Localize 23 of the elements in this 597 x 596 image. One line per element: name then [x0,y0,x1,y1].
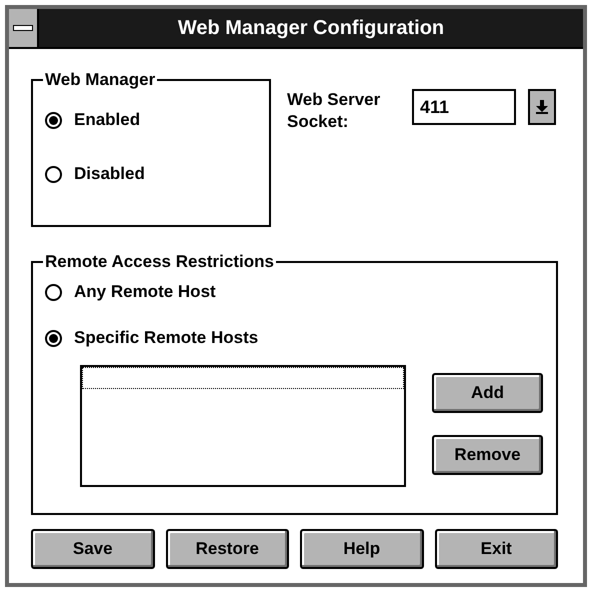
radio-button[interactable] [45,284,62,300]
dialog-button[interactable]: Help [300,529,424,569]
side-button[interactable]: Add [432,373,543,413]
radio-label[interactable]: Any Remote Host [74,279,216,305]
radio-button[interactable] [45,112,62,128]
system-menu-button[interactable] [9,9,39,47]
radio-label[interactable]: Disabled [74,161,145,187]
radio-label[interactable]: Specific Remote Hosts [74,325,258,351]
down-arrow-icon [536,100,548,114]
radio-label[interactable]: Enabled [74,107,140,133]
dialog-button[interactable]: Save [31,529,154,569]
host-list[interactable] [80,365,406,487]
window-title: Web Manager Configuration [178,16,444,41]
radio-button[interactable] [45,330,62,346]
minus-icon [13,25,33,31]
radio-button[interactable] [45,166,62,182]
socket-label: Web Server Socket: [287,89,382,133]
dialog-button[interactable]: Exit [434,529,558,569]
dialog-button[interactable]: Restore [166,529,289,569]
side-button[interactable]: Remove [432,435,543,475]
spin-button[interactable] [528,89,556,125]
focus-row[interactable] [82,367,404,389]
socket-input[interactable]: 411 [412,89,516,125]
